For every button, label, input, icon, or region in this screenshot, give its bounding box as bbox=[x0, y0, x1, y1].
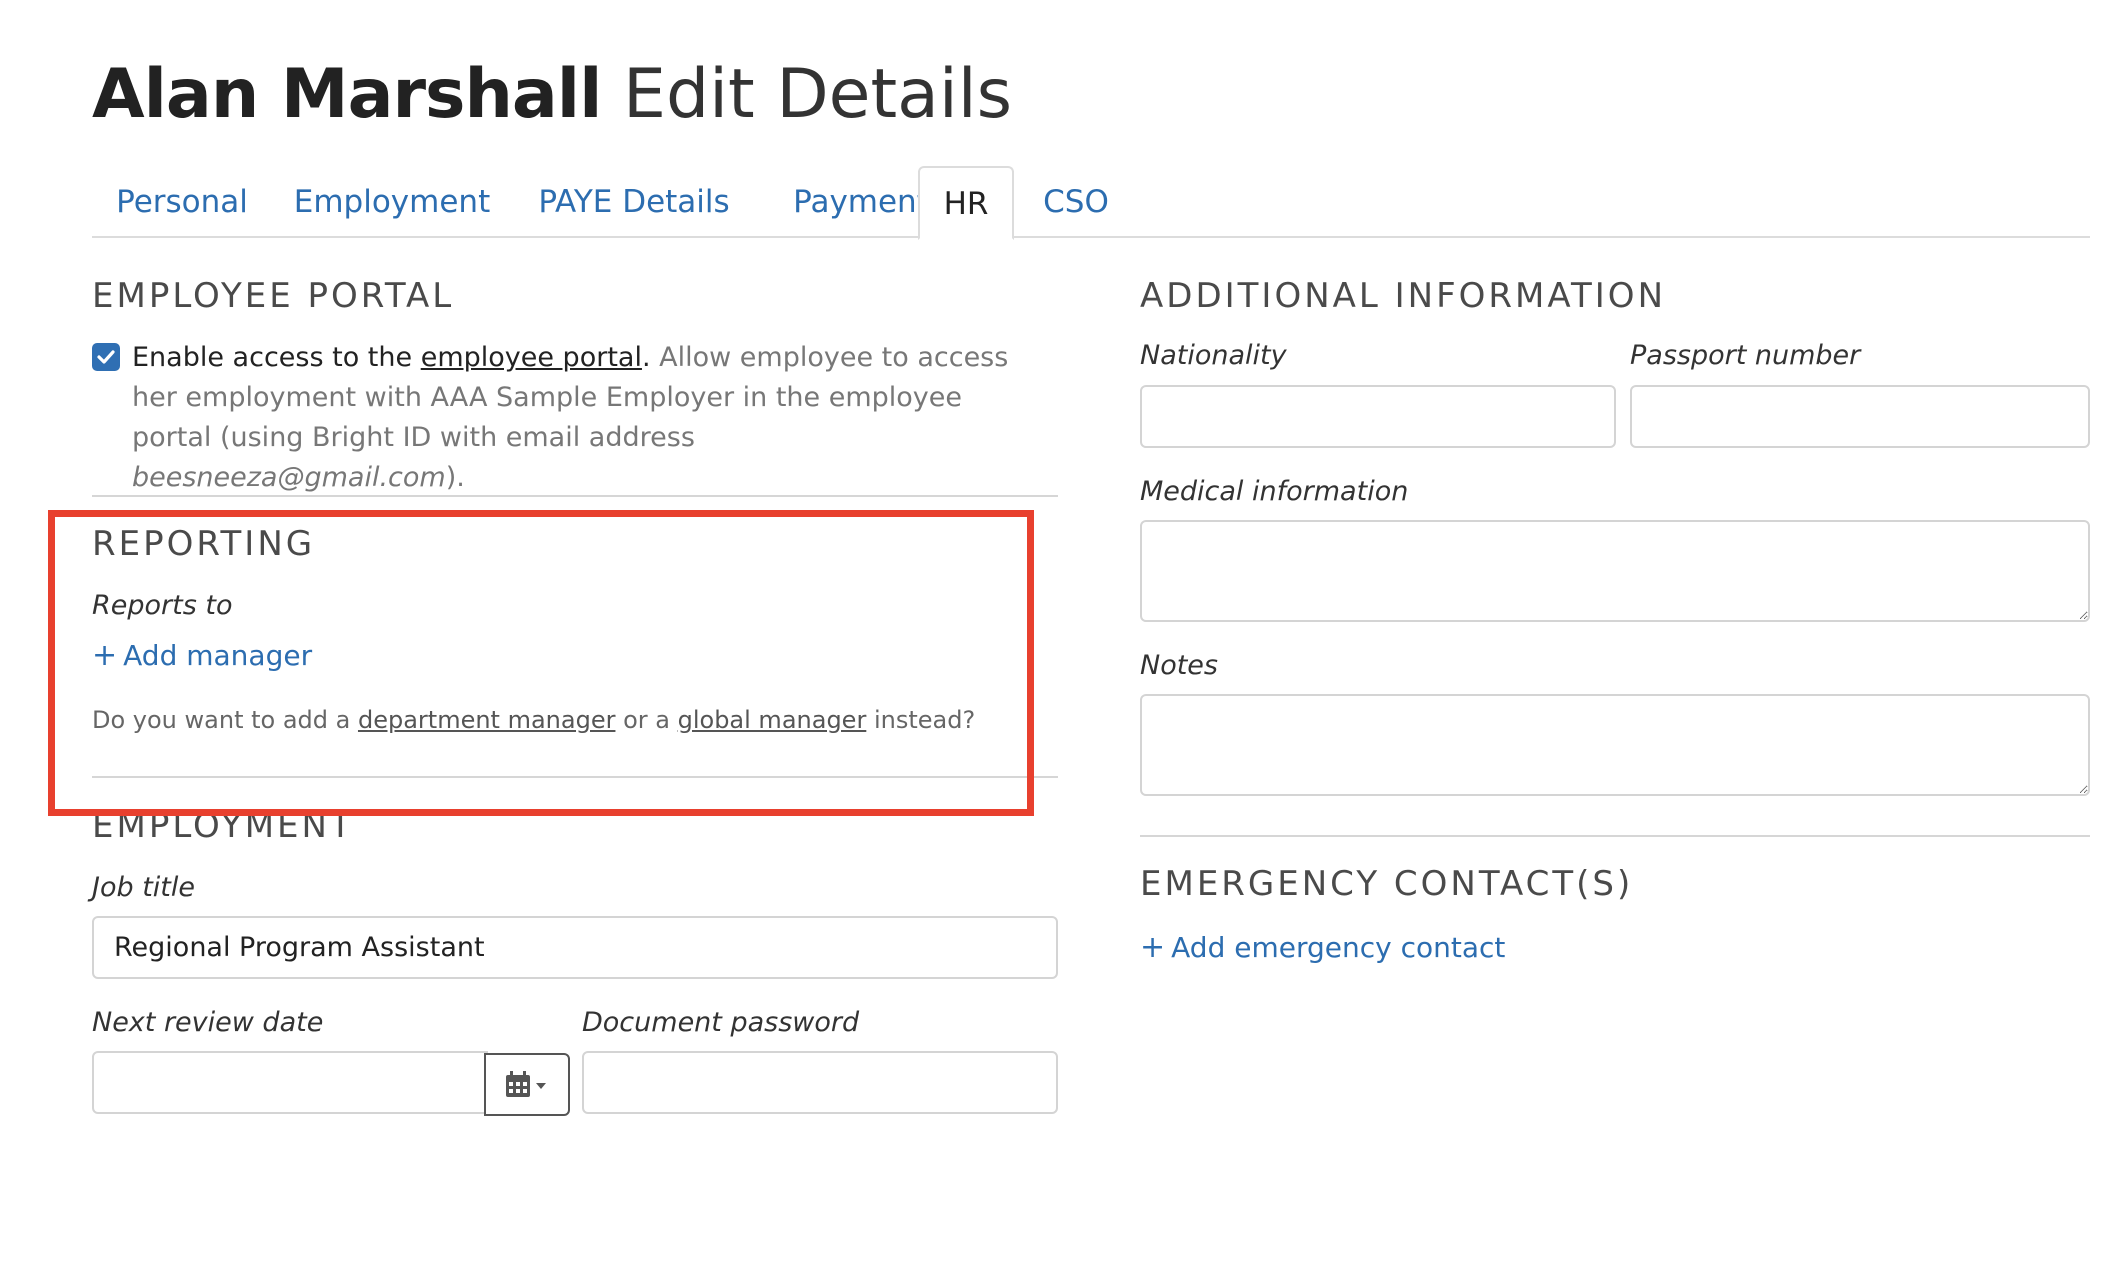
portal-access-checkbox[interactable] bbox=[92, 343, 120, 371]
job-title-input[interactable] bbox=[92, 916, 1058, 979]
medical-information-textarea[interactable] bbox=[1140, 520, 2090, 622]
notes-label: Notes bbox=[1140, 650, 1218, 681]
add-emergency-contact-label: Add emergency contact bbox=[1171, 931, 1506, 964]
tab-hr[interactable]: HR bbox=[918, 166, 1014, 240]
plus-icon: + bbox=[1140, 930, 1166, 965]
document-password-input[interactable] bbox=[582, 1051, 1058, 1114]
employee-name: Alan Marshall bbox=[92, 55, 602, 134]
passport-number-label: Passport number bbox=[1630, 340, 1861, 371]
portal-email: beesneeza@gmail.com bbox=[132, 462, 446, 493]
page-title: Alan Marshall Edit Details bbox=[92, 50, 1012, 140]
job-title-label: Job title bbox=[92, 872, 195, 903]
emergency-contacts-heading: EMERGENCY CONTACT(S) bbox=[1140, 864, 1634, 904]
notes-textarea[interactable] bbox=[1140, 694, 2090, 796]
calendar-dropdown-button[interactable] bbox=[484, 1053, 570, 1116]
portal-access-text: Enable access to the employee portal. Al… bbox=[132, 338, 1012, 498]
passport-number-input[interactable] bbox=[1630, 385, 2090, 448]
tab-cso[interactable]: CSO bbox=[1014, 166, 1138, 238]
nationality-input[interactable] bbox=[1140, 385, 1616, 448]
edit-details-page: Alan Marshall Edit Details Personal Empl… bbox=[0, 0, 2128, 1280]
next-review-date-label: Next review date bbox=[92, 1007, 324, 1038]
document-password-label: Document password bbox=[582, 1007, 860, 1038]
employee-portal-link[interactable]: employee portal bbox=[421, 342, 642, 373]
tab-bar: Personal Employment PAYE Details Payment… bbox=[92, 166, 2090, 240]
portal-closing: ). bbox=[445, 462, 465, 493]
page-title-suffix: Edit Details bbox=[623, 55, 1013, 134]
next-review-date-input[interactable] bbox=[92, 1051, 488, 1114]
tab-employment[interactable]: Employment bbox=[272, 166, 512, 238]
divider-portal bbox=[92, 495, 1058, 497]
nationality-label: Nationality bbox=[1140, 340, 1287, 371]
additional-information-heading: ADDITIONAL INFORMATION bbox=[1140, 276, 1666, 316]
medical-information-label: Medical information bbox=[1140, 476, 1409, 507]
add-emergency-contact-link[interactable]: + Add emergency contact bbox=[1140, 929, 1505, 967]
employee-portal-heading: EMPLOYEE PORTAL bbox=[92, 276, 455, 316]
calendar-icon bbox=[506, 1071, 546, 1097]
check-icon bbox=[97, 350, 115, 364]
divider-additional-info bbox=[1140, 835, 2090, 837]
highlight-box bbox=[48, 510, 1034, 816]
portal-lead-text: Enable access to the bbox=[132, 342, 421, 373]
tab-personal[interactable]: Personal bbox=[92, 166, 272, 238]
tab-paye-details[interactable]: PAYE Details bbox=[512, 166, 756, 238]
portal-after-link: . bbox=[641, 342, 651, 373]
